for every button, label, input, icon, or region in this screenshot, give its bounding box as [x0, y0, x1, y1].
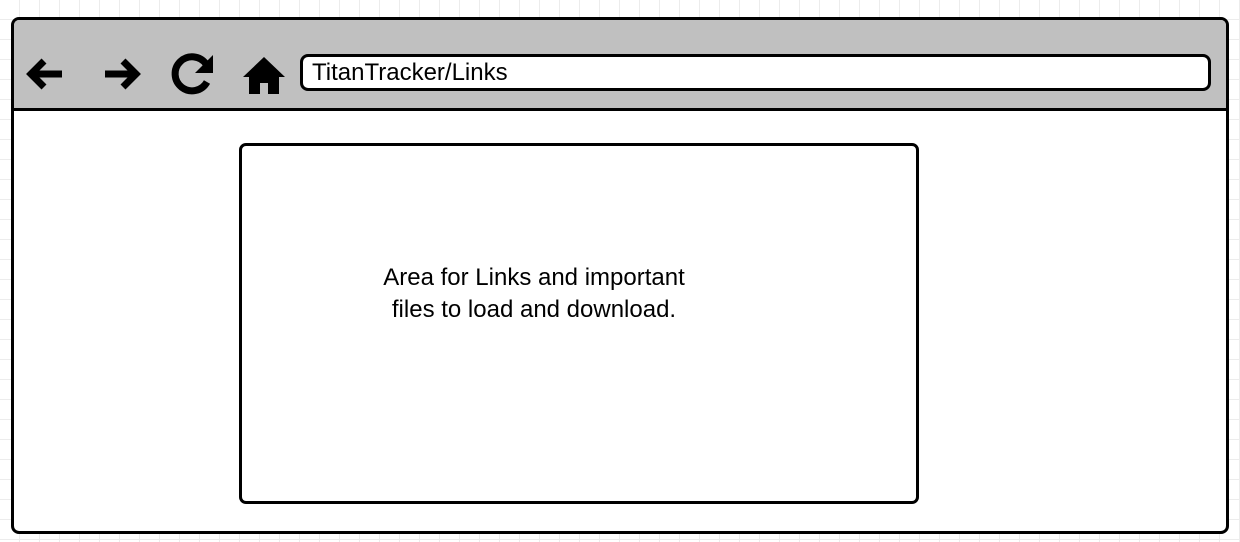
arrow-left-icon [26, 58, 62, 90]
reload-icon [171, 53, 213, 95]
browser-toolbar: TitanTracker/Links [14, 20, 1226, 111]
home-button[interactable] [241, 51, 287, 97]
back-button[interactable] [22, 51, 68, 97]
links-panel: Area for Links and important files to lo… [239, 143, 919, 504]
forward-button[interactable] [99, 51, 145, 97]
address-bar[interactable]: TitanTracker/Links [300, 54, 1211, 91]
home-icon [243, 57, 285, 94]
links-panel-text-line-2: files to load and download. [391, 296, 677, 323]
links-panel-text: Area for Links and important files to lo… [334, 262, 734, 326]
address-bar-url: TitanTracker/Links [312, 59, 508, 86]
arrow-right-icon [105, 58, 141, 90]
browser-window: TitanTracker/Links Area for Links and im… [11, 17, 1229, 534]
reload-button[interactable] [168, 51, 214, 97]
links-panel-text-line-1: Area for Links and important [383, 264, 685, 291]
